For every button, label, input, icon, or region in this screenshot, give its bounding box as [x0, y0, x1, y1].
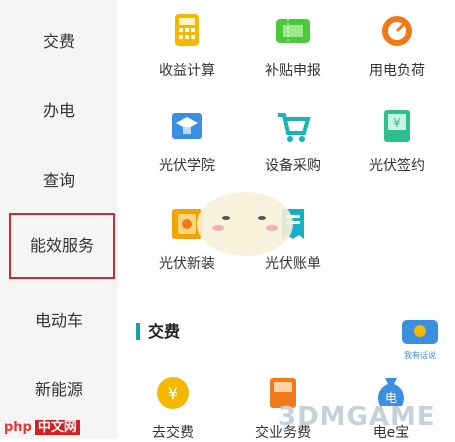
feedback-badge-label: 我有话说: [404, 351, 436, 360]
yuan-coin-icon: ¥: [154, 374, 192, 412]
grid-item-label: 补贴申报: [265, 63, 321, 79]
contract-icon: ¥: [378, 107, 416, 145]
feedback-badge[interactable]: 我有话说: [398, 318, 442, 360]
sidebar: 交费 办电 查询 能效服务 电动车 新能源: [0, 0, 118, 439]
sidebar-item-query[interactable]: 查询: [0, 167, 118, 191]
watermark-php-prefix: php: [4, 420, 32, 435]
sidebar-item-new-energy[interactable]: 新能源: [0, 376, 118, 400]
grid-item-load[interactable]: 用电负荷: [342, 12, 452, 80]
mascot-image: [190, 182, 300, 260]
section-title-text: 交费: [148, 322, 181, 341]
ticket-icon: [274, 12, 312, 50]
grid-item-label: 光伏学院: [159, 158, 215, 174]
svg-text:¥: ¥: [168, 384, 178, 403]
sidebar-item-energy-service[interactable]: 能效服务: [9, 213, 115, 279]
grid-item-pv-sign[interactable]: ¥ 光伏签约: [342, 107, 452, 175]
grid-item-equipment[interactable]: 设备采购: [238, 107, 348, 175]
grid-item-subsidy[interactable]: 补贴申报: [238, 12, 348, 80]
shopping-cart-icon: [274, 107, 312, 145]
graduation-cap-icon: [168, 107, 206, 145]
section-title-pay: 交费: [136, 318, 180, 342]
grid-item-label: 用电负荷: [369, 63, 425, 79]
grid-item-label: 收益计算: [159, 63, 215, 79]
pay-item-go-pay[interactable]: ¥ 去交费: [118, 374, 228, 442]
grid-item-revenue-calc[interactable]: 收益计算: [132, 12, 242, 80]
pay-item-label: 去交费: [152, 425, 194, 441]
grid-item-label: 设备采购: [265, 158, 321, 174]
watermark-php: php 中文网: [4, 416, 80, 435]
chat-bubble-icon: [402, 320, 438, 344]
grid-item-label: 光伏签约: [369, 158, 425, 174]
calculator-icon: [168, 12, 206, 50]
svg-text:¥: ¥: [393, 116, 401, 130]
section-accent-bar: [136, 323, 140, 340]
gauge-icon: [378, 12, 416, 50]
watermark-3dmgame: 3DMGAME: [278, 402, 436, 432]
sidebar-item-ev[interactable]: 电动车: [0, 307, 118, 331]
watermark-php-label: 中文网: [34, 420, 80, 435]
sidebar-item-pay[interactable]: 交费: [0, 28, 118, 52]
sidebar-item-apply[interactable]: 办电: [0, 97, 118, 121]
grid-item-pv-academy[interactable]: 光伏学院: [132, 107, 242, 175]
